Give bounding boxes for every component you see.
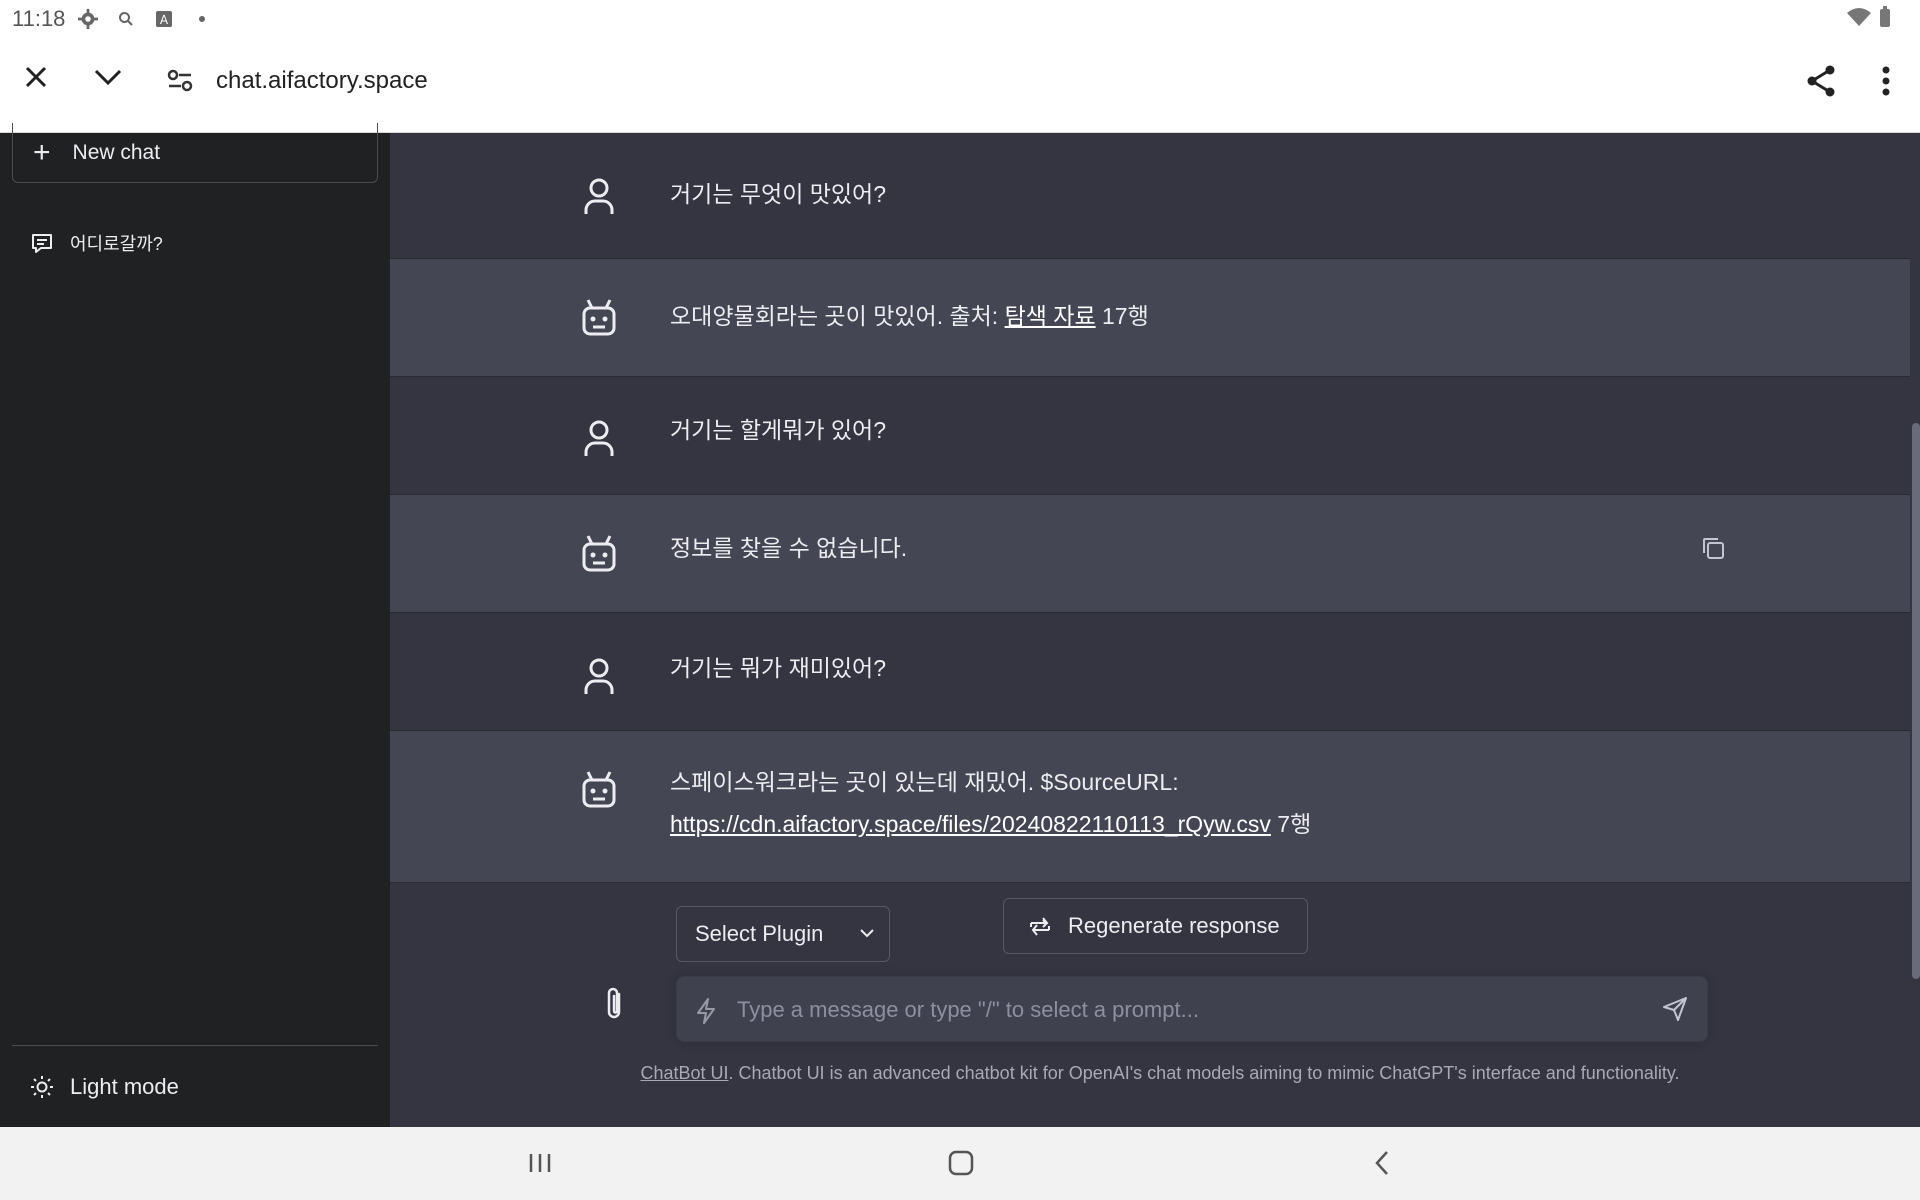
message-text: 거기는 뭐가 재미있어? <box>670 655 887 681</box>
source-link[interactable]: 탐색 자료 <box>1005 303 1096 329</box>
robot-icon <box>576 295 622 341</box>
message-text: 정보를 찾을 수 없습니다. <box>670 535 908 561</box>
plugin-select[interactable]: Select Plugin <box>676 906 890 962</box>
regenerate-button[interactable]: Regenerate response <box>1003 898 1308 954</box>
user-icon <box>576 173 622 219</box>
system-nav-bar <box>0 1127 1920 1200</box>
copy-icon[interactable] <box>1700 535 1726 566</box>
browser-toolbar: chat.aifactory.space <box>0 37 1920 133</box>
search-icon <box>113 6 139 32</box>
message-text-line: 스페이스워크라는 곳이 있는데 재밌어. $SourceURL: <box>670 769 1179 795</box>
source-url-link[interactable]: https://cdn.aifactory.space/files/202408… <box>670 811 1271 837</box>
user-icon <box>576 415 622 461</box>
wifi-icon <box>1846 6 1872 34</box>
battery-icon <box>1878 6 1892 34</box>
sidebar: + New chat 어디로갈까? Light mode <box>0 123 390 1127</box>
message-text: 오대양물회라는 곳이 맛있어. 출처: 탐색 자료 17행 <box>670 295 1149 337</box>
chat-scrollbar[interactable] <box>1912 423 1920 979</box>
message-text-line: https://cdn.aifactory.space/files/202408… <box>670 803 1311 845</box>
message-text-part: 오대양물회라는 곳이 맛있어. 출처: <box>670 303 1005 329</box>
message-row-bot: 스페이스워크라는 곳이 있는데 재밌어. $SourceURL: https:/… <box>390 731 1910 883</box>
footer-text: ChatBot UI. Chatbot UI is an advanced ch… <box>390 1063 1920 1084</box>
robot-icon <box>576 531 622 577</box>
status-time: 11:18 <box>12 5 66 31</box>
user-icon <box>576 653 622 699</box>
chevron-down-icon[interactable] <box>84 53 132 101</box>
close-icon[interactable] <box>12 53 60 101</box>
light-mode-button[interactable]: Light mode <box>12 1045 378 1127</box>
conversation-item[interactable]: 어디로갈까? <box>12 215 378 271</box>
regenerate-label: Regenerate response <box>1068 913 1280 938</box>
recent-apps-icon[interactable] <box>520 1143 560 1183</box>
sun-icon <box>31 1075 53 1098</box>
message-text-part: 17행 <box>1095 303 1149 329</box>
bolt-icon[interactable] <box>695 997 717 1030</box>
message-row-user: 거기는 뭐가 재미있어? <box>390 613 1910 731</box>
share-icon[interactable] <box>1797 57 1845 105</box>
message-text: 스페이스워크라는 곳이 있는데 재밌어. $SourceURL: https:/… <box>670 761 1311 845</box>
message-text-part: 7행 <box>1270 811 1312 837</box>
message-row-bot: 오대양물회라는 곳이 맛있어. 출처: 탐색 자료 17행 <box>390 259 1910 377</box>
tune-icon[interactable] <box>156 57 204 105</box>
robot-icon <box>576 767 622 813</box>
plugin-select-label: Select Plugin <box>695 921 824 946</box>
chatbot-ui-link[interactable]: ChatBot UI <box>640 1063 728 1083</box>
new-chat-label: New chat <box>72 140 161 164</box>
keyboard-icon: A <box>151 6 177 32</box>
message-row-bot: 정보를 찾을 수 없습니다. <box>390 495 1910 613</box>
chat-app: + New chat 어디로갈까? Light mode 거기는 무엇이 맛있어… <box>0 123 1920 1127</box>
gear-icon <box>75 6 101 32</box>
notification-dot-icon <box>189 6 215 32</box>
light-mode-label: Light mode <box>70 1073 179 1099</box>
chevron-down-icon <box>860 929 874 938</box>
message-row-user: 거기는 할게뭐가 있어? <box>390 377 1910 495</box>
home-icon[interactable] <box>941 1143 981 1183</box>
svg-text:A: A <box>160 13 169 27</box>
footer-description: . Chatbot UI is an advanced chatbot kit … <box>728 1063 1680 1083</box>
chat-bubble-icon <box>32 234 52 253</box>
message-row-user: 거기는 무엇이 맛있어? <box>390 133 1910 259</box>
chat-panel: 거기는 무엇이 맛있어? 오대양물회라는 곳이 맛있어. 출처: 탐색 자료 1… <box>390 133 1920 1127</box>
message-text: 거기는 할게뭐가 있어? <box>670 417 887 443</box>
more-vert-icon[interactable] <box>1862 57 1910 105</box>
message-input[interactable] <box>737 989 1637 1031</box>
status-bar: 11:18 A <box>0 0 1920 37</box>
conversation-label: 어디로갈까? <box>70 234 163 254</box>
new-chat-button[interactable]: + New chat <box>12 123 378 183</box>
send-icon[interactable] <box>1661 995 1689 1028</box>
message-text: 거기는 무엇이 맛있어? <box>670 181 887 207</box>
back-icon[interactable] <box>1362 1143 1402 1183</box>
url-bar[interactable]: chat.aifactory.space <box>216 67 428 95</box>
plus-icon: + <box>33 135 51 169</box>
message-input-box <box>676 976 1708 1042</box>
refresh-icon <box>1030 917 1050 936</box>
paperclip-icon[interactable] <box>604 986 626 1027</box>
